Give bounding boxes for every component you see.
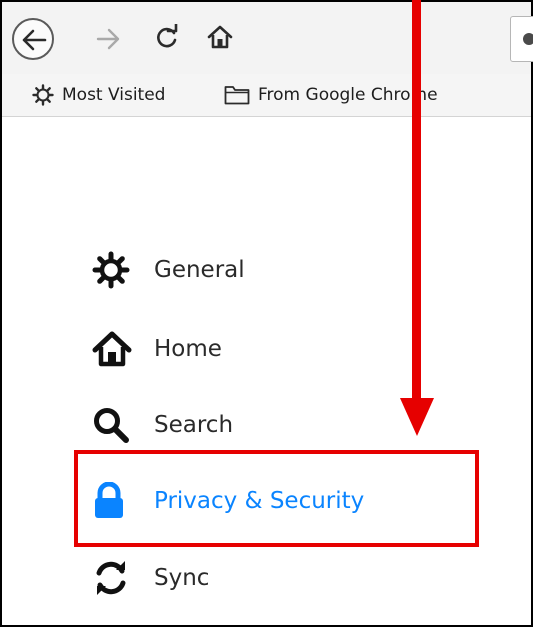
sidebar-item-search[interactable]: Search	[92, 405, 233, 445]
annotation-highlight-box	[74, 450, 479, 547]
back-button[interactable]	[12, 18, 54, 60]
sidebar-item-home[interactable]: Home	[92, 329, 222, 369]
sync-icon	[92, 558, 132, 598]
navigation-toolbar	[2, 2, 533, 74]
home-icon	[207, 25, 233, 49]
sidebar-item-label: General	[154, 257, 245, 283]
bookmark-label: From Google Chrome	[258, 85, 438, 105]
back-arrow-icon	[22, 29, 47, 51]
gear-icon	[32, 84, 54, 106]
bookmarks-toolbar: Most Visited From Google Chrome	[2, 74, 531, 117]
sidebar-item-sync[interactable]: Sync	[92, 558, 209, 598]
gear-icon	[92, 250, 132, 290]
sidebar-item-label: Search	[154, 412, 234, 438]
site-identity-icon[interactable]	[523, 33, 533, 45]
bookmark-label: Most Visited	[62, 85, 166, 105]
folder-icon	[224, 86, 250, 105]
home-icon	[92, 329, 132, 369]
forward-arrow-icon	[96, 28, 120, 50]
sidebar-item-label: Home	[154, 336, 222, 362]
sidebar-item-label: Sync	[154, 565, 210, 591]
forward-button[interactable]	[96, 28, 120, 54]
address-bar[interactable]	[510, 16, 533, 62]
annotation-arrow-head-icon	[400, 398, 434, 436]
reload-button[interactable]	[154, 22, 180, 54]
search-icon	[92, 405, 132, 445]
home-button[interactable]	[206, 24, 234, 54]
bookmark-folder-from-google-chrome[interactable]: From Google Chrome	[224, 82, 438, 108]
reload-icon	[157, 22, 178, 48]
bookmark-most-visited[interactable]: Most Visited	[32, 82, 165, 108]
annotation-arrow-shaft	[412, 0, 421, 402]
sidebar-item-general[interactable]: General	[92, 250, 245, 290]
